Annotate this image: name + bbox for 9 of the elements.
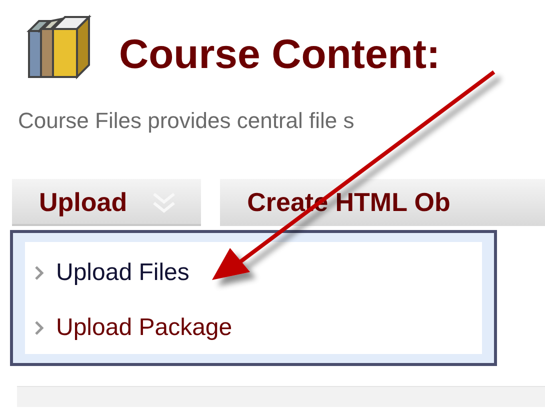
menu-item[interactable]: Upload Files [35, 250, 190, 295]
chevron-down-icon [151, 190, 178, 214]
page-description: Course Files provides central file s [18, 108, 356, 134]
caret-icon [35, 320, 44, 334]
caret-icon [35, 266, 44, 280]
page-title: Course Content: [119, 30, 440, 78]
menu-item[interactable]: Upload Package [35, 305, 232, 350]
books-icon [25, 13, 93, 81]
upload-menu-button[interactable]: Upload [12, 179, 202, 226]
